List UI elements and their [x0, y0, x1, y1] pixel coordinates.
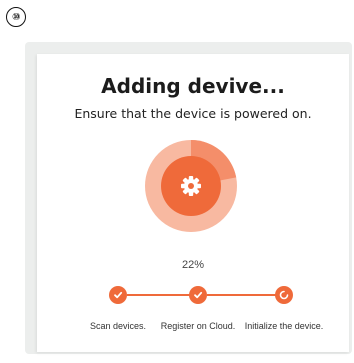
progress-ring — [145, 140, 237, 232]
check-icon — [194, 291, 203, 299]
dialog-title: Adding devive... — [101, 74, 285, 98]
step-register-status — [189, 286, 207, 304]
gear-icon — [181, 176, 201, 196]
check-icon — [114, 291, 123, 299]
step-initialize-status — [275, 286, 293, 304]
step-scan-status — [109, 286, 127, 304]
dialog-subtitle: Ensure that the device is powered on. — [74, 106, 312, 121]
step-label-register: Register on Cloud. — [160, 321, 236, 331]
spinner-icon — [279, 290, 289, 300]
setup-steps: Scan devices. Register on Cloud. Initial… — [37, 286, 349, 356]
step-connector-1 — [127, 294, 197, 296]
progress-percent: 22% — [181, 259, 205, 271]
step-label-initialize: Initialize the device. — [244, 321, 324, 331]
phone-screen: Adding devive... Ensure that the device … — [25, 42, 352, 354]
step-number-badge: ⑩ — [6, 7, 26, 27]
adding-device-dialog: Adding devive... Ensure that the device … — [37, 54, 349, 352]
step-label-scan: Scan devices. — [89, 321, 147, 331]
step-connector-2 — [207, 294, 285, 296]
